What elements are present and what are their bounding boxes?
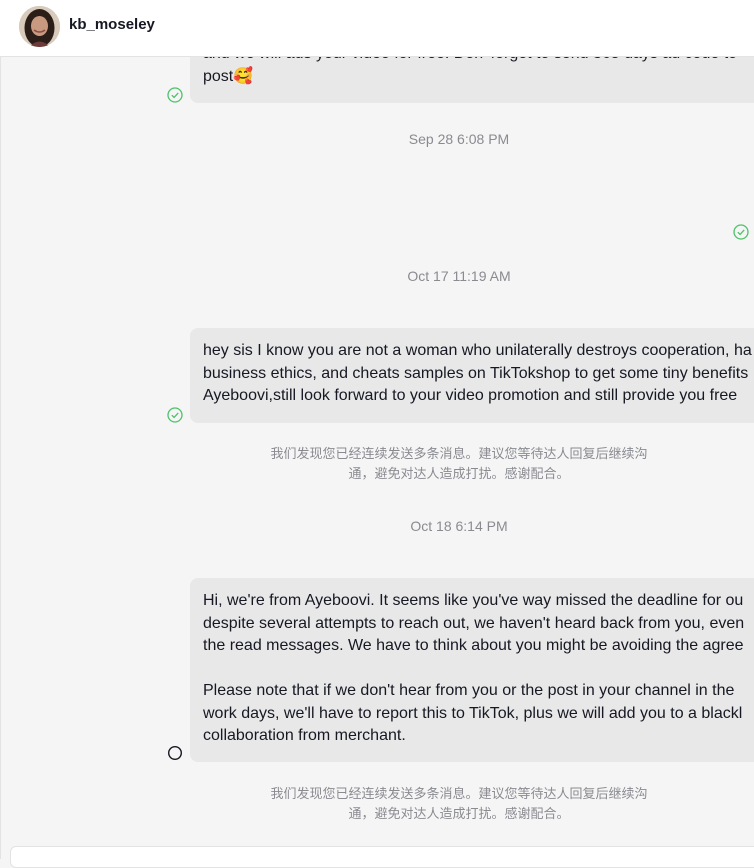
message-line: collaboration from merchant.	[203, 727, 406, 744]
message-line: despite several attempts to reach out, w…	[203, 614, 745, 632]
chat-username[interactable]: kb_moseley	[69, 16, 155, 33]
notice-line: 通，避免对达人造成打扰。感谢配合。	[348, 806, 570, 821]
message-line: business ethics, and cheats samples on T…	[203, 364, 749, 382]
message-line: Hi, we're from Ayeboovi. It seems like y…	[203, 592, 744, 609]
message-line: work days, we'll have to report this to …	[203, 704, 743, 722]
message-line: hey sis I know you are not a woman who u…	[203, 342, 752, 359]
read-check-icon	[167, 87, 183, 103]
message-composer[interactable]	[10, 846, 754, 868]
read-check-icon	[167, 407, 183, 423]
read-check-icon	[733, 224, 749, 240]
sent-status-icon	[167, 745, 183, 761]
message-line: Ayeboovi,still look forward to your vide…	[203, 387, 738, 404]
message-line: post🥰	[203, 67, 254, 85]
notice-line: 通，避免对达人造成打扰。感谢配合。	[348, 466, 570, 481]
chat-header: kb_moseley	[0, 0, 754, 57]
message-timestamp: Oct 17 11:19 AM	[407, 268, 511, 284]
message-line: Please note that if we don't hear from y…	[203, 682, 735, 699]
message-line: the read messages. We have to think abou…	[203, 637, 744, 654]
message-timestamp: Oct 18 6:14 PM	[410, 518, 508, 534]
notice-line: 我们发现您已经连续发送多条消息。建议您等待达人回复后继续沟	[270, 786, 648, 801]
user-avatar-photo	[19, 6, 60, 47]
message-timestamp: Sep 28 6:08 PM	[408, 131, 510, 147]
notice-line: 我们发现您已经连续发送多条消息。建议您等待达人回复后继续沟	[270, 446, 648, 461]
system-notice: 我们发现您已经连续发送多条消息。建议您等待达人回复后继续沟 通，避免对达人造成打…	[0, 784, 754, 824]
message-bubble[interactable]: hey sis I know you are not a woman who u…	[190, 328, 754, 423]
avatar[interactable]	[19, 6, 60, 47]
system-notice: 我们发现您已经连续发送多条消息。建议您等待达人回复后继续沟 通，避免对达人造成打…	[0, 444, 754, 484]
message-bubble[interactable]: Hi, we're from Ayeboovi. It seems like y…	[190, 578, 754, 762]
